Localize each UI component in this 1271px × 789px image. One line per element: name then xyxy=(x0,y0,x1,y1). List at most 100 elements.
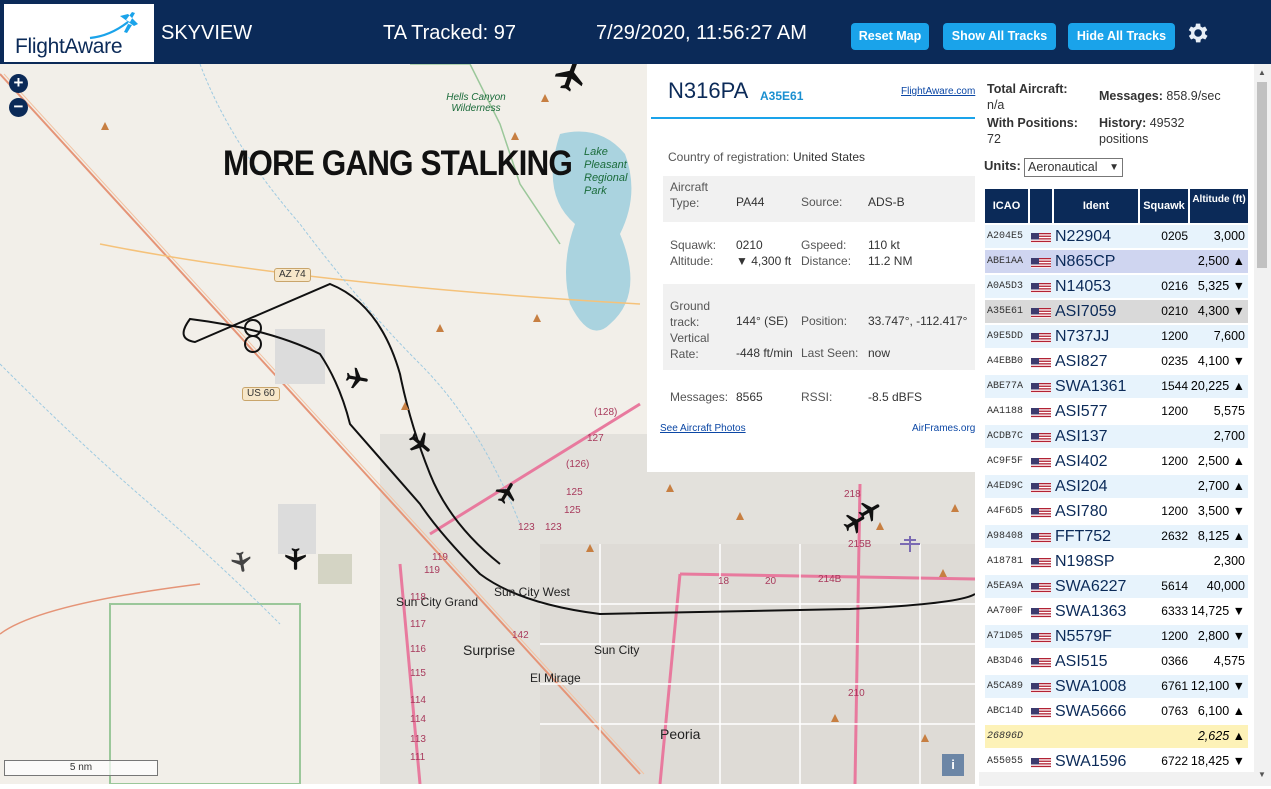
table-row[interactable]: A98408 FFT752 2632 8,125 ▲ xyxy=(985,525,1248,548)
cell-ident: N5579F xyxy=(1055,628,1112,645)
aircraft-photos-link[interactable]: See Aircraft Photos xyxy=(660,423,746,434)
cell-ident: SWA1361 xyxy=(1055,378,1127,395)
table-row[interactable]: AA1188 ASI577 1200 5,575 xyxy=(985,400,1248,423)
table-row[interactable]: ABE1AA N865CP 2,500 ▲ xyxy=(985,250,1248,273)
table-row[interactable]: ABE77A SWA1361 1544 20,225 ▲ xyxy=(985,375,1248,398)
table-row[interactable]: A5EA9A SWA6227 5614 40,000 xyxy=(985,575,1248,598)
units-select[interactable]: Aeronautical ▼ xyxy=(1024,158,1123,177)
table-row[interactable]: A71D05 N5579F 1200 2,800 ▼ xyxy=(985,625,1248,648)
col-header-ident[interactable]: Ident xyxy=(1054,189,1138,223)
col-header-altitude[interactable]: Altitude (ft) xyxy=(1190,189,1248,223)
cell-ident: ASI137 xyxy=(1055,428,1108,445)
cell-ident: N14053 xyxy=(1055,278,1112,295)
cell-ident: ASI204 xyxy=(1055,478,1108,495)
us-flag-icon xyxy=(1031,631,1051,643)
road-number: 115 xyxy=(410,668,426,679)
us-flag-icon xyxy=(1031,681,1051,693)
show-all-tracks-button[interactable]: Show All Tracks xyxy=(943,23,1056,50)
info-button[interactable]: i xyxy=(942,754,964,776)
cell-squawk: 1200 xyxy=(1161,404,1188,418)
table-row[interactable]: 26896D 2,625 ▲ xyxy=(985,725,1248,748)
zoom-out-button[interactable]: − xyxy=(9,98,28,117)
table-row[interactable]: AC9F5F ASI402 1200 2,500 ▲ xyxy=(985,450,1248,473)
cell-altitude: 5,575 xyxy=(1213,404,1245,418)
cell-altitude: 7,600 xyxy=(1213,329,1245,343)
horizontal-scrollbar[interactable] xyxy=(979,772,1254,786)
overlay-caption: MORE GANG STALKING xyxy=(223,144,573,183)
us-flag-icon xyxy=(1031,406,1051,418)
clock: 7/29/2020, 11:56:27 AM xyxy=(596,22,807,44)
reset-map-button[interactable]: Reset Map xyxy=(851,23,929,50)
selected-icao: A35E61 xyxy=(760,89,804,103)
zoom-in-button[interactable]: + xyxy=(9,74,28,93)
map-label-sun-city: Sun City xyxy=(594,643,640,657)
table-row[interactable]: A35E61 ASI7059 0210 4,300 ▼ xyxy=(985,300,1248,323)
table-row[interactable]: ABC14D SWA5666 0763 6,100 ▲ xyxy=(985,700,1248,723)
table-row[interactable]: A9E5DD N737JJ 1200 7,600 xyxy=(985,325,1248,348)
road-number: 118 xyxy=(410,592,426,603)
table-row[interactable]: A55055 SWA1596 6722 18,425 ▼ xyxy=(985,750,1248,773)
road-number: 218 xyxy=(844,489,861,500)
with-positions-stat: With Positions: 72 xyxy=(987,115,1078,147)
cell-squawk: 0210 xyxy=(1161,304,1188,318)
col-header-squawk[interactable]: Squawk xyxy=(1140,189,1188,223)
table-row[interactable]: A4ED9C ASI204 2,700 ▲ xyxy=(985,475,1248,498)
top-header: FlightAware SKYVIEW TA Tracked: 97 7/29/… xyxy=(0,0,1271,64)
table-row[interactable]: A4F6D5 ASI780 1200 3,500 ▼ xyxy=(985,500,1248,523)
panel-divider xyxy=(651,117,975,119)
cell-icao: AB3D46 xyxy=(987,656,1024,667)
cell-ident: N865CP xyxy=(1055,253,1116,270)
table-row[interactable]: AA700F SWA1363 6333 14,725 ▼ xyxy=(985,600,1248,623)
selected-aircraft-panel: N316PA A35E61 FlightAware.com Country of… xyxy=(647,64,979,472)
cell-ident: ASI402 xyxy=(1055,453,1108,470)
table-row[interactable]: ACDB7C ASI137 2,700 xyxy=(985,425,1248,448)
cell-altitude: 2,800 ▼ xyxy=(1197,629,1245,643)
flightaware-logo[interactable]: FlightAware xyxy=(4,4,154,62)
aircraft-icon[interactable] xyxy=(282,546,308,572)
units-label: Units: xyxy=(984,158,1021,173)
cell-squawk xyxy=(1138,725,1188,748)
us-flag-icon xyxy=(1031,756,1051,768)
table-row[interactable]: A18781 N198SP 2,300 xyxy=(985,550,1248,573)
history-unit: positions xyxy=(1099,132,1149,146)
altitude-value: ▼ 4,300 ft xyxy=(736,254,792,268)
scroll-up-icon[interactable]: ▲ xyxy=(1257,68,1267,78)
gear-icon[interactable] xyxy=(1184,20,1210,46)
cell-altitude: 14,725 ▼ xyxy=(1190,604,1245,618)
table-row[interactable]: A4EBB0 ASI827 0235 4,100 ▼ xyxy=(985,350,1248,373)
table-row[interactable]: AB3D46 ASI515 0366 4,575 xyxy=(985,650,1248,673)
cell-altitude: 4,575 xyxy=(1213,654,1245,668)
highway-shield-us60: US 60 xyxy=(242,387,280,401)
table-row[interactable]: A5CA89 SWA1008 6761 12,100 ▼ xyxy=(985,675,1248,698)
cell-squawk: 2632 xyxy=(1161,529,1188,543)
scrollbar-thumb[interactable] xyxy=(1257,82,1267,268)
chevron-down-icon: ▼ xyxy=(1109,162,1119,173)
aircraft-icon[interactable] xyxy=(342,364,372,394)
squawk-label: Squawk: xyxy=(670,238,717,252)
col-header-flag[interactable] xyxy=(1030,189,1052,223)
cell-icao: ABC14D xyxy=(987,706,1024,717)
us-flag-icon xyxy=(1031,656,1051,668)
col-header-icao[interactable]: ICAO xyxy=(985,189,1028,223)
vertical-rate-label: Vertical Rate: xyxy=(670,331,710,361)
cell-icao: A98408 xyxy=(987,531,1024,542)
cell-ident: ASI7059 xyxy=(1055,303,1117,320)
hide-all-tracks-button[interactable]: Hide All Tracks xyxy=(1068,23,1175,50)
road-number: (126) xyxy=(566,459,590,470)
us-flag-icon xyxy=(1031,431,1051,443)
table-row[interactable]: A0A5D3 N14053 0216 5,325 ▼ xyxy=(985,275,1248,298)
cell-ident: FFT752 xyxy=(1055,528,1112,545)
cell-squawk: 0205 xyxy=(1161,229,1188,243)
airframes-link[interactable]: AirFrames.org xyxy=(912,423,975,434)
map-label-sun-city-grand: Sun City Grand xyxy=(396,595,479,609)
cell-squawk: 5614 xyxy=(1161,579,1188,593)
flightaware-link[interactable]: FlightAware.com xyxy=(901,86,975,97)
cell-icao: AA1188 xyxy=(987,406,1024,417)
aircraft-icon[interactable] xyxy=(227,548,255,576)
scroll-down-icon[interactable]: ▼ xyxy=(1257,770,1267,780)
map-label-peoria: Peoria xyxy=(660,726,701,742)
map-label-lake-pleasant: Lake Pleasant Regional Park xyxy=(584,146,628,197)
table-row[interactable]: A204E5 N22904 0205 3,000 xyxy=(985,225,1248,248)
us-flag-icon xyxy=(1031,506,1051,518)
position-label: Position: xyxy=(801,314,848,328)
